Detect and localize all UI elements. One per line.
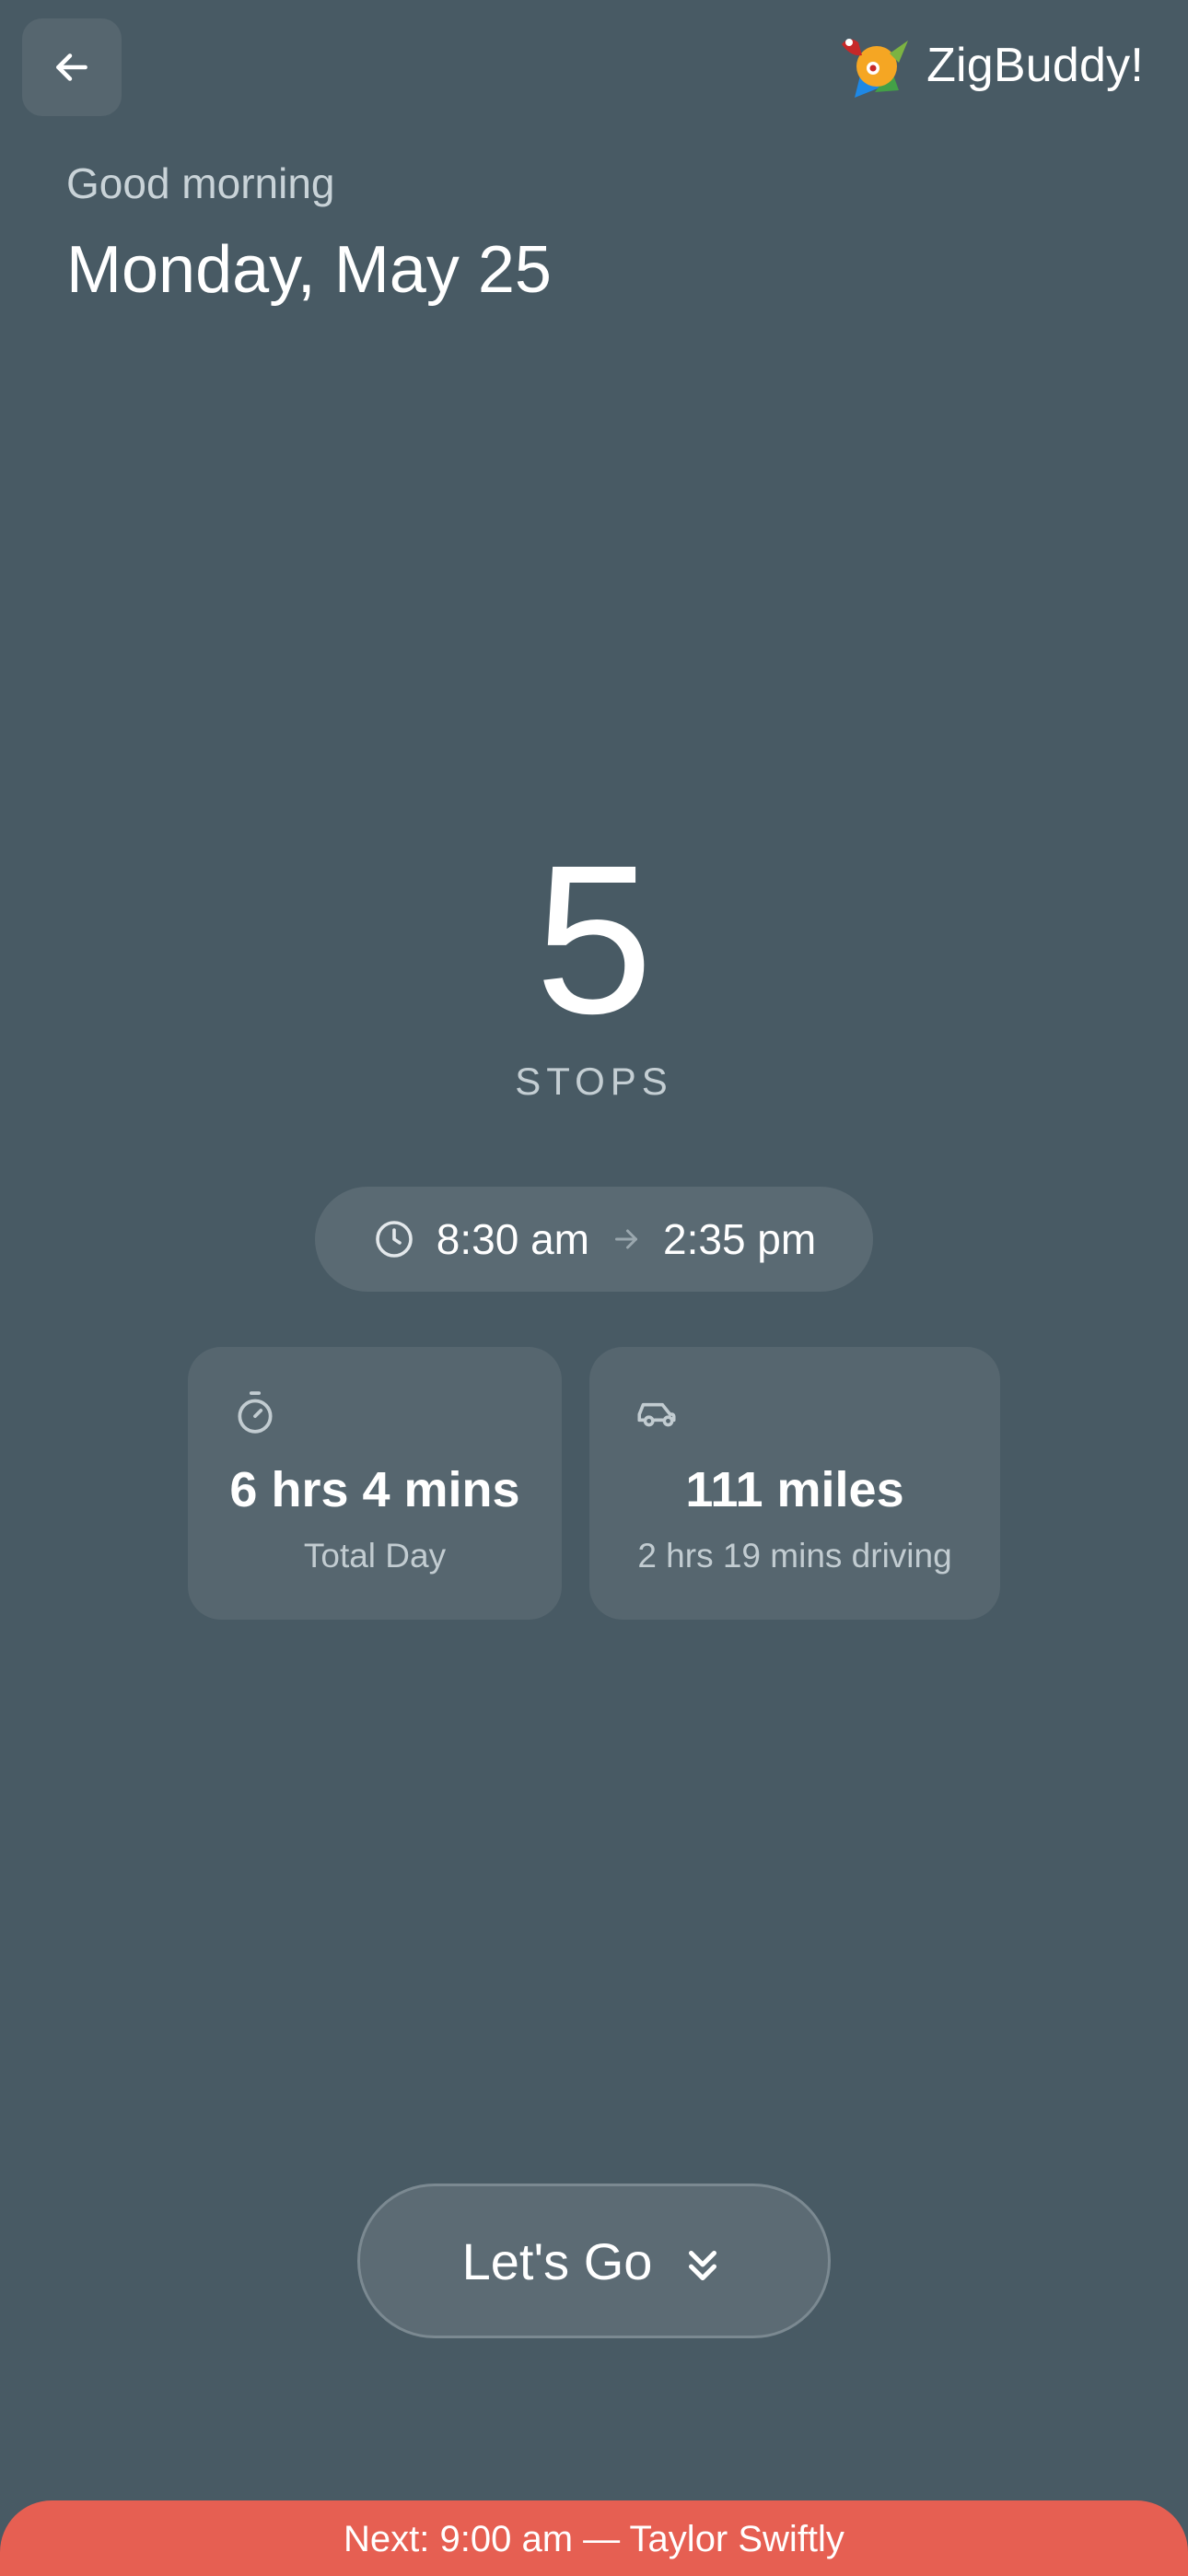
total-day-value: 6 hrs 4 mins: [229, 1462, 520, 1517]
stopwatch-icon: [232, 1389, 278, 1435]
distance-value: 111 miles: [685, 1462, 904, 1517]
stops-count: 5: [535, 821, 653, 1058]
stops-label: STOPS: [515, 1060, 673, 1103]
back-button[interactable]: [22, 18, 122, 116]
arrow-right-icon: [615, 1229, 637, 1249]
next-stop-text: Next: 9:00 am — Taylor Swiftly: [344, 2519, 844, 2559]
total-day-card: 6 hrs 4 mins Total Day: [188, 1347, 562, 1620]
total-day-label: Total Day: [303, 1537, 447, 1575]
screen: ZigBuddy! Good morning Monday, May 25 5 …: [0, 0, 1188, 2576]
arrow-left-icon: [56, 53, 87, 81]
lets-go-label: Let's Go: [461, 2231, 653, 2290]
date-title: Monday, May 25: [66, 233, 552, 307]
start-time: 8:30 am: [436, 1215, 589, 1263]
next-stop-bar[interactable]: Next: 9:00 am — Taylor Swiftly: [0, 2500, 1188, 2576]
time-range-pill: 8:30 am 2:35 pm: [315, 1187, 873, 1292]
end-time: 2:35 pm: [663, 1215, 817, 1263]
car-icon: [634, 1389, 680, 1435]
double-chevron-down-icon: [689, 2251, 717, 2281]
distance-card: 111 miles 2 hrs 19 mins driving: [589, 1347, 1000, 1620]
brand: ZigBuddy!: [834, 31, 1144, 100]
bird-logo-icon: [834, 31, 912, 100]
greeting-salutation: Good morning: [66, 159, 335, 207]
brand-name: ZigBuddy!: [926, 39, 1144, 92]
driving-time-label: 2 hrs 19 mins driving: [637, 1537, 952, 1575]
lets-go-button[interactable]: Let's Go: [357, 2184, 831, 2338]
clock-icon: [375, 1221, 413, 1258]
